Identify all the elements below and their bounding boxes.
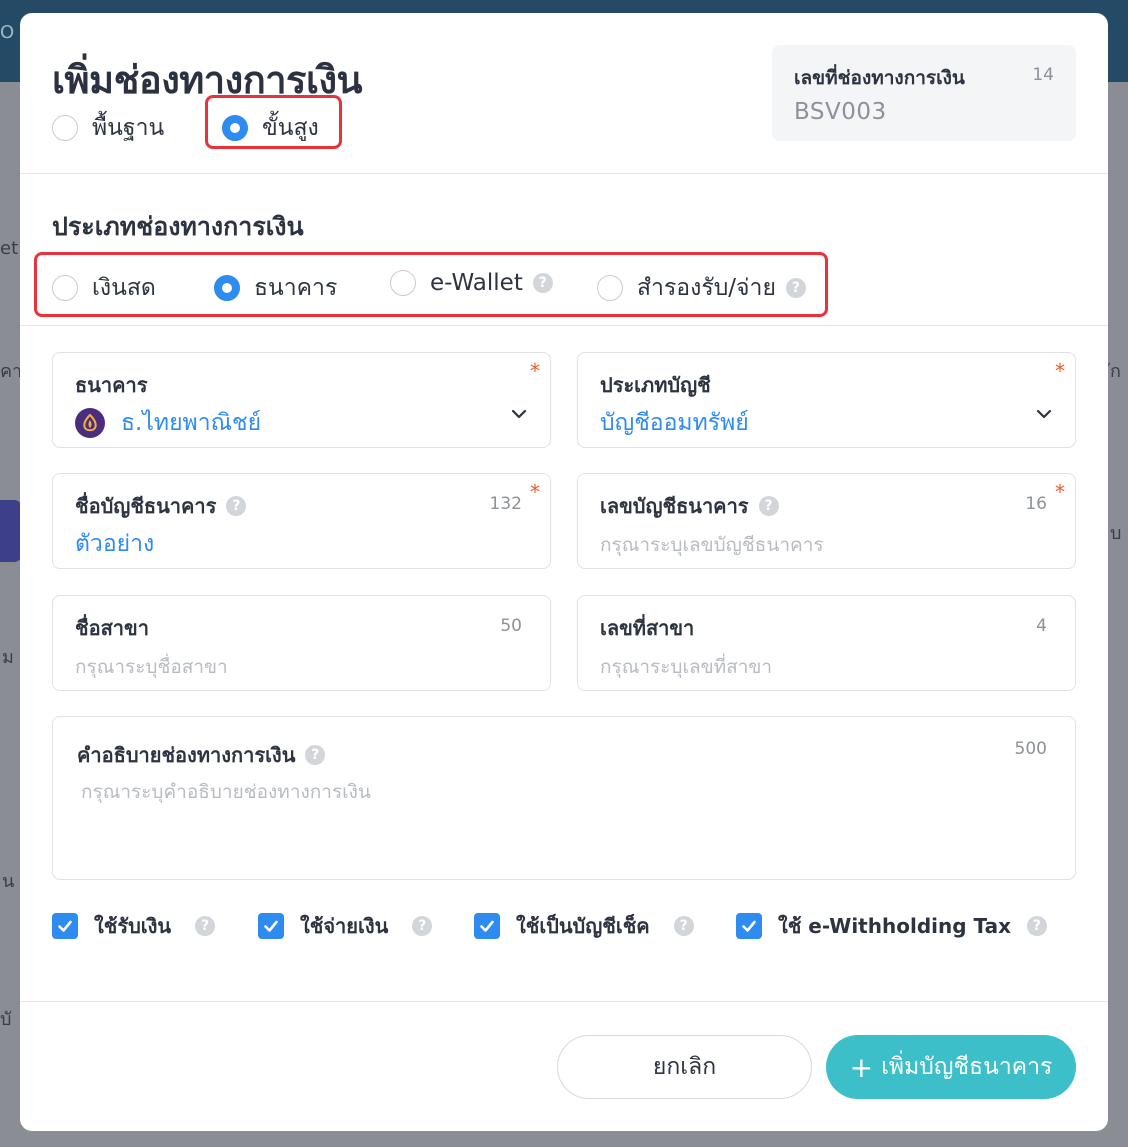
checkbox-label: ใช้จ่ายเงิน (300, 914, 389, 938)
channel-type-title: ประเภทช่องทางการเงิน (52, 212, 304, 241)
channel-code-box: เลขที่ช่องทางการเงิน 14 BSV003 (772, 45, 1076, 141)
help-icon[interactable]: ? (1026, 916, 1047, 936)
channel-code-label: เลขที่ช่องทางการเงิน (794, 67, 965, 89)
checkbox-use-receive[interactable]: ใช้รับเงิน ? (52, 910, 216, 942)
branch-number-field[interactable]: เลขที่สาขา 4 กรุณาระบุเลขที่สาขา (577, 595, 1076, 691)
field-label: ธนาคาร (75, 373, 148, 397)
checkbox-use-ewithholding-tax[interactable]: ใช้ e-Withholding Tax ? (736, 910, 1047, 942)
field-label: เลขที่สาขา (600, 616, 695, 640)
account-type-select[interactable]: ประเภทบัญชี * บัญชีออมทรัพย์ (577, 352, 1076, 448)
background-text: บั (0, 1009, 12, 1030)
divider (20, 1001, 1108, 1002)
branch-name-field[interactable]: ชื่อสาขา 50 กรุณาระบุชื่อสาขา (52, 595, 551, 691)
highlight-box-type (34, 252, 828, 317)
help-icon[interactable]: ? (412, 916, 433, 936)
background-text: ัก (1110, 361, 1121, 382)
char-count: 132 (489, 494, 522, 514)
divider (20, 325, 1108, 326)
background-text: ม (2, 647, 14, 668)
account-name-value: ตัวอย่าง (75, 531, 155, 557)
background-text: คา (0, 361, 23, 382)
chevron-down-icon (511, 409, 527, 419)
checkbox-use-pay[interactable]: ใช้จ่ายเงิน ? (258, 910, 433, 942)
chevron-down-icon (1036, 409, 1052, 419)
add-financial-channel-modal: เพิ่มช่องทางการเงิน พื้นฐาน ขั้นสูง เลขท… (20, 13, 1108, 1131)
bank-value: ธ.ไทยพาณิชย์ (75, 405, 261, 441)
background-text: บ (1110, 523, 1122, 544)
field-label: ประเภทบัญชี (600, 373, 711, 397)
highlight-box-mode (205, 95, 342, 149)
branch-number-placeholder: กรุณาระบุเลขที่สาขา (600, 656, 773, 678)
account-number-field[interactable]: เลขบัญชีธนาคาร? 16 * กรุณาระบุเลขบัญชีธน… (577, 473, 1076, 569)
char-count: 16 (1025, 494, 1047, 514)
char-count: 50 (500, 616, 522, 636)
help-icon[interactable]: ? (673, 916, 694, 936)
checkbox-label: ใช้รับเงิน (94, 914, 172, 938)
radio-label: พื้นฐาน (92, 115, 165, 141)
bank-select[interactable]: ธนาคาร * ธ.ไทยพาณิชย์ (52, 352, 551, 448)
checkbox-label: ใช้เป็นบัญชีเช็ค (516, 914, 650, 938)
add-bank-account-button[interactable]: + เพิ่มบัญชีธนาคาร (826, 1035, 1076, 1099)
background-text: et (0, 238, 19, 259)
required-mark: * (530, 480, 540, 504)
help-icon[interactable]: ? (305, 745, 326, 765)
account-type-value: บัญชีออมทรัพย์ (600, 410, 749, 436)
branch-name-placeholder: กรุณาระบุชื่อสาขา (75, 656, 228, 678)
radio-dot (52, 115, 78, 141)
checkbox-checked-icon (52, 913, 78, 939)
background-text: น (2, 871, 15, 892)
add-bank-account-label: เพิ่มบัญชีธนาคาร (881, 1054, 1053, 1080)
field-label: คำอธิบายช่องทางการเงิน? (77, 739, 326, 771)
help-icon[interactable]: ? (226, 496, 247, 516)
required-mark: * (530, 359, 540, 383)
char-count: 4 (1036, 616, 1047, 636)
plus-icon: + (849, 1050, 874, 1084)
field-label: ชื่อสาขา (75, 616, 149, 640)
field-label: เลขบัญชีธนาคาร? (600, 490, 779, 522)
scb-bank-logo-icon (75, 408, 105, 438)
field-label: ชื่อบัญชีธนาคาร? (75, 490, 247, 522)
divider (20, 173, 1108, 174)
help-icon[interactable]: ? (758, 496, 779, 516)
help-icon[interactable]: ? (195, 916, 216, 936)
channel-code-count: 14 (1032, 65, 1054, 85)
required-mark: * (1055, 480, 1065, 504)
background-text: O (0, 22, 15, 43)
description-placeholder: กรุณาระบุคำอธิบายช่องทางการเงิน (81, 781, 371, 803)
radio-mode-basic[interactable]: พื้นฐาน (52, 110, 164, 146)
background-chip (0, 500, 22, 562)
account-number-placeholder: กรุณาระบุเลขบัญชีธนาคาร (600, 534, 824, 556)
checkbox-checked-icon (736, 913, 762, 939)
cancel-button[interactable]: ยกเลิก (557, 1035, 812, 1099)
description-textarea[interactable]: คำอธิบายช่องทางการเงิน? 500 กรุณาระบุคำอ… (52, 716, 1076, 880)
checkbox-use-cheque[interactable]: ใช้เป็นบัญชีเช็ค ? (474, 910, 694, 942)
required-mark: * (1055, 359, 1065, 383)
account-name-field[interactable]: ชื่อบัญชีธนาคาร? 132 * ตัวอย่าง (52, 473, 551, 569)
char-count: 500 (1014, 739, 1047, 759)
checkbox-checked-icon (258, 913, 284, 939)
checkbox-label: ใช้ e-Withholding Tax (778, 914, 1011, 938)
channel-code-value: BSV003 (794, 99, 887, 125)
checkbox-checked-icon (474, 913, 500, 939)
